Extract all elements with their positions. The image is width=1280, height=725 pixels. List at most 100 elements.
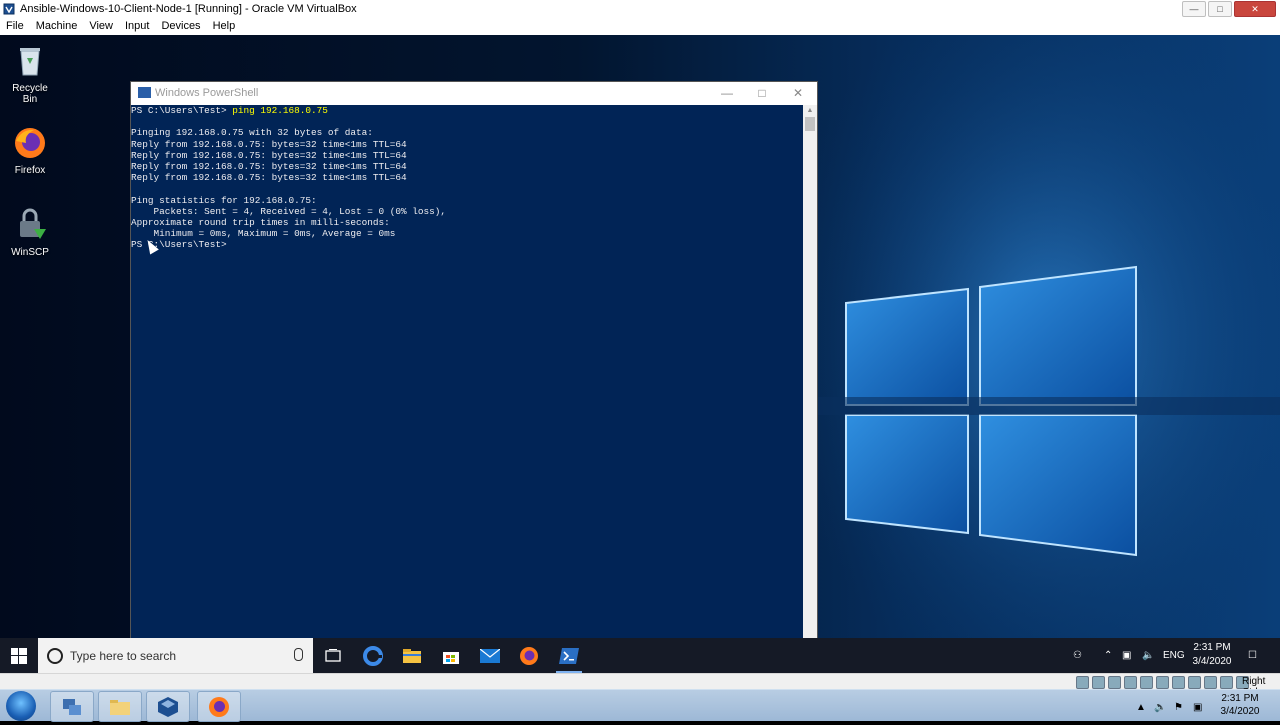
virtualbox-icon xyxy=(3,3,15,15)
menu-input[interactable]: Input xyxy=(119,18,155,35)
desktop-icon-label: WinSCP xyxy=(11,247,49,258)
clock-date: 3/4/2020 xyxy=(1192,656,1232,667)
host-app-firefox[interactable] xyxy=(197,691,241,722)
taskbar-file-explorer[interactable] xyxy=(393,638,431,673)
recording-status-icon[interactable] xyxy=(1188,676,1201,689)
maximize-button[interactable]: □ xyxy=(1208,1,1232,17)
taskbar-search-box[interactable]: Type here to search xyxy=(38,638,313,673)
firefox-icon xyxy=(12,125,48,161)
taskbar-powershell[interactable] xyxy=(550,638,588,673)
folder-icon xyxy=(110,699,130,715)
system-clock[interactable]: 2:31 PM 3/4/2020 xyxy=(1188,641,1236,669)
output-line: Minimum = 0ms, Maximum = 0ms, Average = … xyxy=(131,228,396,240)
host-clock[interactable]: 2:31 PM 3/4/2020 xyxy=(1212,692,1268,718)
taskbar-firefox[interactable] xyxy=(510,638,548,673)
desktop-icon-label: Recycle Bin xyxy=(12,83,48,105)
clock-time: 2:31 PM xyxy=(1193,642,1231,653)
host-app-network[interactable] xyxy=(50,691,94,722)
prompt: PS C:\Users\Test> xyxy=(131,105,233,116)
close-button[interactable]: ✕ xyxy=(1234,1,1276,17)
host-clock-time: 2:31 PM xyxy=(1221,693,1259,704)
output-line: Reply from 192.168.0.75: bytes=32 time<1… xyxy=(131,138,407,150)
taskbar-mail[interactable] xyxy=(471,638,509,673)
output-line: Packets: Sent = 4, Received = 4, Lost = … xyxy=(131,205,447,217)
task-view-button[interactable] xyxy=(314,638,352,673)
ps-close-button[interactable]: ✕ xyxy=(788,85,808,101)
host-start-orb[interactable] xyxy=(6,691,36,721)
microphone-icon[interactable] xyxy=(294,648,303,661)
search-placeholder: Type here to search xyxy=(70,649,177,663)
edge-icon xyxy=(363,645,383,666)
desktop-icon-recycle-bin[interactable]: Recycle Bin xyxy=(4,43,56,105)
firefox-icon xyxy=(520,646,538,665)
host-app-virtualbox[interactable] xyxy=(146,691,190,722)
network-status-icon[interactable] xyxy=(1124,676,1137,689)
vbox-titlebar: Ansible-Windows-10-Client-Node-1 [Runnin… xyxy=(0,0,1280,19)
powershell-window[interactable]: Windows PowerShell — □ ✕ PS C:\Users\Tes… xyxy=(130,81,818,638)
ps-minimize-button[interactable]: — xyxy=(717,85,737,101)
output-line: Pinging 192.168.0.75 with 32 bytes of da… xyxy=(131,127,373,139)
recycle-bin-icon xyxy=(12,43,48,79)
cpu-status-icon[interactable] xyxy=(1204,676,1217,689)
output-line: Approximate round trip times in milli-se… xyxy=(131,217,390,229)
menu-view[interactable]: View xyxy=(83,18,119,35)
store-icon xyxy=(443,651,459,664)
desktop-icon-label: Firefox xyxy=(14,165,46,176)
scroll-thumb[interactable] xyxy=(805,117,815,131)
mail-icon xyxy=(480,648,500,663)
optical-drive-status-icon[interactable] xyxy=(1092,676,1105,689)
output-line: Reply from 192.168.0.75: bytes=32 time<1… xyxy=(131,172,407,184)
ps-maximize-button[interactable]: □ xyxy=(752,85,772,101)
typed-command: ping 192.168.0.75 xyxy=(232,105,328,116)
virtualbox-icon xyxy=(158,696,178,717)
hard-disk-status-icon[interactable] xyxy=(1076,676,1089,689)
desktop-icon-firefox[interactable]: Firefox xyxy=(4,125,56,176)
search-icon xyxy=(47,648,63,664)
powershell-icon xyxy=(559,647,579,664)
people-icon[interactable]: ⚇ xyxy=(1073,638,1082,673)
start-button[interactable] xyxy=(0,638,38,673)
window-title: Ansible-Windows-10-Client-Node-1 [Runnin… xyxy=(20,3,357,15)
windows-start-icon xyxy=(11,647,27,664)
host-clock-date: 3/4/2020 xyxy=(1220,706,1260,717)
shared-folders-status-icon[interactable] xyxy=(1156,676,1169,689)
language-indicator[interactable]: ENG xyxy=(1163,638,1185,673)
menu-help[interactable]: Help xyxy=(207,18,242,35)
action-center-icon[interactable]: ☐ xyxy=(1248,638,1257,673)
windows-logo-wallpaper xyxy=(818,35,1280,638)
taskbar-edge[interactable] xyxy=(354,638,392,673)
guest-taskbar: Type here to search ⚇ ⌃ ▣ 🔈 ENG 2:31 PM … xyxy=(0,638,1280,673)
network-app-icon xyxy=(63,698,81,715)
output-line: Ping statistics for 192.168.0.75: xyxy=(131,194,317,206)
output-line: Reply from 192.168.0.75: bytes=32 time<1… xyxy=(131,149,407,161)
minimize-button[interactable]: — xyxy=(1182,1,1206,17)
menu-file[interactable]: File xyxy=(0,18,30,35)
powershell-icon xyxy=(138,87,151,98)
display-status-icon[interactable] xyxy=(1172,676,1185,689)
vertical-scrollbar[interactable]: ▲ xyxy=(803,105,817,638)
desktop-icon-winscp[interactable]: WinSCP xyxy=(4,207,56,258)
scroll-up-icon[interactable]: ▲ xyxy=(803,105,817,117)
powershell-console[interactable]: PS C:\Users\Test> ping 192.168.0.75 Ping… xyxy=(131,105,803,638)
firefox-icon xyxy=(209,696,229,717)
vbox-menubar: File Machine View Input Devices Help xyxy=(0,18,1280,35)
menu-devices[interactable]: Devices xyxy=(155,18,206,35)
show-hidden-icons-icon[interactable]: ⌃ xyxy=(1104,638,1112,673)
taskbar-store[interactable] xyxy=(432,638,470,673)
guest-desktop: Recycle Bin Firefox WinSCP Windows Power… xyxy=(0,35,1280,638)
winscp-icon xyxy=(12,207,48,243)
network-icon[interactable]: ▣ xyxy=(1122,638,1131,673)
menu-machine[interactable]: Machine xyxy=(30,18,84,35)
usb-status-icon[interactable] xyxy=(1140,676,1153,689)
audio-status-icon[interactable] xyxy=(1108,676,1121,689)
task-view-icon xyxy=(325,648,341,662)
host-app-folder[interactable] xyxy=(98,691,142,722)
volume-icon[interactable]: 🔈 xyxy=(1142,638,1154,673)
output-line: Reply from 192.168.0.75: bytes=32 time<1… xyxy=(131,161,407,173)
file-explorer-icon xyxy=(403,648,421,663)
host-taskbar: ▲ 🔈 ⚑ ▣ 2:31 PM 3/4/2020 xyxy=(0,689,1280,722)
mouse-integration-icon[interactable] xyxy=(1220,676,1233,689)
vbox-statusbar: Right Ctrl xyxy=(0,673,1280,698)
powershell-title: Windows PowerShell xyxy=(155,87,259,99)
powershell-titlebar[interactable]: Windows PowerShell — □ ✕ xyxy=(131,82,817,105)
